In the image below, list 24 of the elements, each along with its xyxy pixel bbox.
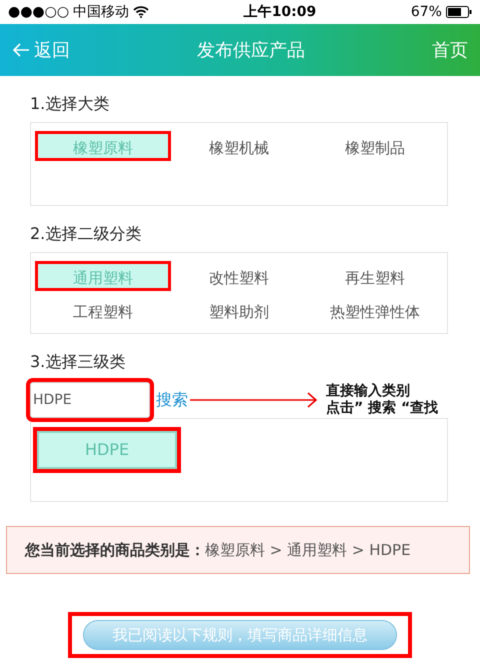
section-title: 2.选择二级分类 bbox=[30, 223, 142, 245]
search-field[interactable]: HDPE bbox=[30, 382, 150, 418]
carrier-name: 中国移动 bbox=[73, 2, 130, 22]
wifi-icon bbox=[133, 6, 150, 18]
status-time: 上午10:09 bbox=[244, 2, 316, 22]
category-option[interactable]: 塑料助剂 bbox=[171, 295, 307, 325]
category-option[interactable]: 热塑性弹性体 bbox=[307, 295, 443, 325]
category-option[interactable]: 再生塑料 bbox=[307, 261, 443, 291]
category-option[interactable]: 橡塑机械 bbox=[171, 131, 307, 161]
annotation-text: 点击” 搜索 “查找 bbox=[326, 400, 438, 417]
battery-percent: 67% bbox=[410, 2, 442, 22]
back-arrow-icon bbox=[12, 42, 30, 58]
annotation-text: 直接输入类别 bbox=[326, 383, 411, 400]
section-title: 1.选择大类 bbox=[30, 93, 110, 115]
category-path: 橡塑原料 > 通用塑料 > HDPE bbox=[205, 540, 411, 561]
summary-label: 您当前选择的商品类别是： bbox=[25, 540, 205, 561]
category-option[interactable]: 工程塑料 bbox=[35, 295, 171, 325]
signal-indicator: ●●●○○ bbox=[8, 2, 70, 22]
battery-icon bbox=[446, 6, 472, 18]
section-title: 3.选择三级类 bbox=[30, 351, 126, 373]
category-option[interactable]: 改性塑料 bbox=[171, 261, 307, 291]
search-link[interactable]: 搜索 bbox=[154, 388, 190, 412]
page-title: 发布供应产品 bbox=[197, 38, 305, 62]
category-option[interactable]: 橡塑制品 bbox=[307, 131, 443, 161]
